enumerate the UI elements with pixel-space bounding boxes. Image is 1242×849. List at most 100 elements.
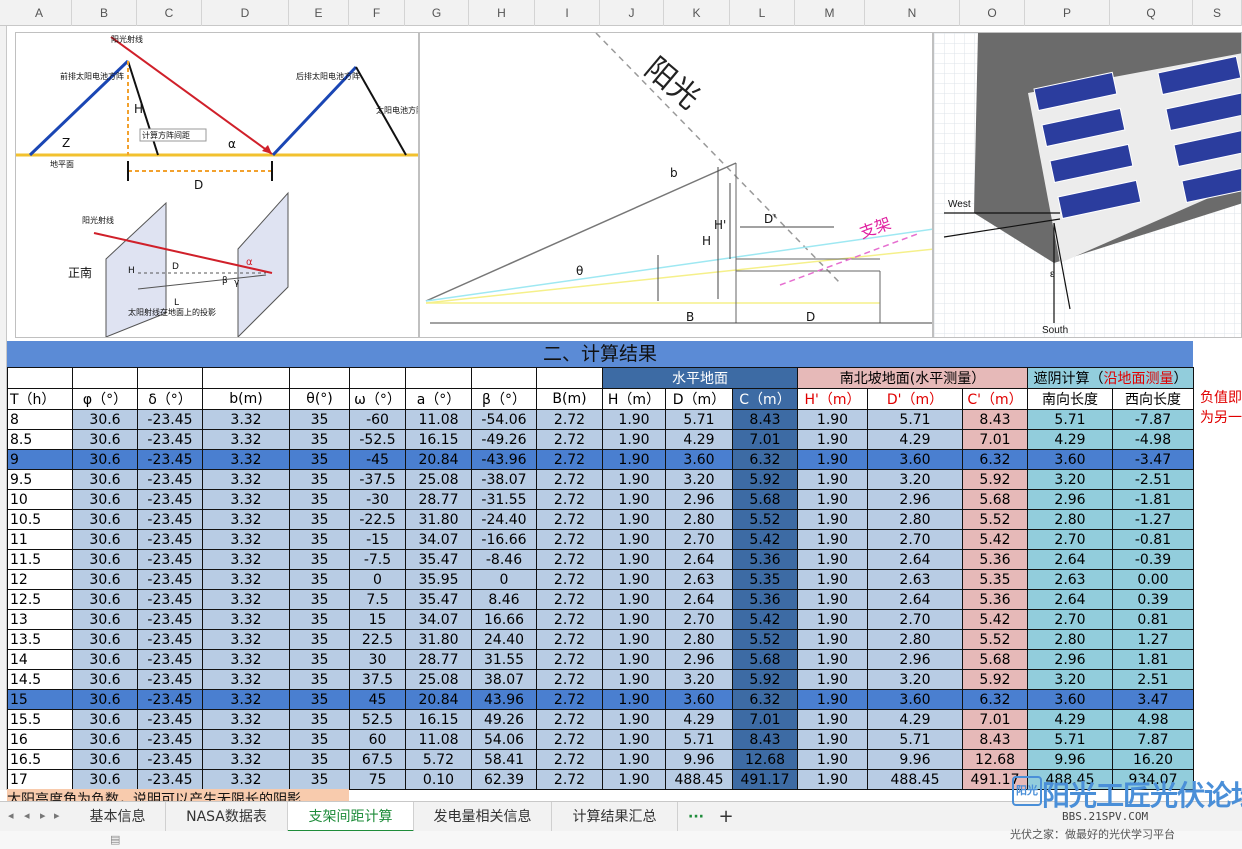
table-cell[interactable]: 62.39 xyxy=(471,769,537,790)
table-cell[interactable]: 5.42 xyxy=(962,609,1028,630)
table-cell[interactable]: 4.98 xyxy=(1112,709,1194,730)
table-cell[interactable]: 3.60 xyxy=(867,449,963,470)
table-cell[interactable]: -23.45 xyxy=(137,709,203,730)
table-cell[interactable]: 2.63 xyxy=(665,569,733,590)
group-slope-ground[interactable]: 南北坡地面(水平测量） xyxy=(797,367,1028,389)
table-cell[interactable]: 60 xyxy=(349,729,406,750)
table-cell[interactable]: 2.80 xyxy=(665,629,733,650)
table-cell[interactable]: 5.42 xyxy=(732,529,798,550)
table-cell[interactable]: 5.35 xyxy=(962,569,1028,590)
column-header-cell[interactable]: H（m） xyxy=(602,388,666,410)
table-cell[interactable]: 7.01 xyxy=(732,709,798,730)
table-cell[interactable]: 3.60 xyxy=(1027,689,1113,710)
table-cell[interactable]: 2.63 xyxy=(867,569,963,590)
column-header-g[interactable]: G xyxy=(405,0,469,26)
table-cell[interactable]: 5.42 xyxy=(732,609,798,630)
table-cell[interactable]: 3.32 xyxy=(202,429,290,450)
tab-generation-info[interactable]: 发电量相关信息 xyxy=(414,802,552,832)
table-cell[interactable]: 28.77 xyxy=(405,649,472,670)
table-cell[interactable]: -23.45 xyxy=(137,669,203,690)
table-cell[interactable]: 1.90 xyxy=(797,749,868,770)
table-cell[interactable]: 2.72 xyxy=(536,589,603,610)
table-cell[interactable]: 12.68 xyxy=(732,749,798,770)
group-cell-empty[interactable] xyxy=(536,367,603,389)
table-cell[interactable]: 2.64 xyxy=(665,589,733,610)
column-header-j[interactable]: J xyxy=(600,0,664,26)
column-header-m[interactable]: M xyxy=(795,0,865,26)
table-cell[interactable]: 30.6 xyxy=(72,649,138,670)
group-cell-empty[interactable] xyxy=(471,367,537,389)
column-header-o[interactable]: O xyxy=(960,0,1025,26)
table-cell[interactable]: 1.90 xyxy=(797,649,868,670)
table-cell[interactable]: 4.29 xyxy=(665,709,733,730)
table-cell[interactable]: 2.72 xyxy=(536,689,603,710)
column-header-l[interactable]: L xyxy=(730,0,795,26)
table-cell[interactable]: 75 xyxy=(349,769,406,790)
table-cell[interactable]: 1.90 xyxy=(797,489,868,510)
table-cell[interactable]: 3.32 xyxy=(202,489,290,510)
table-cell[interactable]: 9 xyxy=(7,449,73,470)
table-cell[interactable]: 488.45 xyxy=(665,769,733,790)
table-cell[interactable]: -23.45 xyxy=(137,469,203,490)
table-cell[interactable]: 3.20 xyxy=(867,669,963,690)
table-cell[interactable]: 14 xyxy=(7,649,73,670)
table-cell[interactable]: 2.80 xyxy=(665,509,733,530)
table-cell[interactable]: 3.20 xyxy=(1027,469,1113,490)
table-cell[interactable]: 1.90 xyxy=(602,629,666,650)
table-cell[interactable]: 11.08 xyxy=(405,409,472,430)
group-cell-empty[interactable] xyxy=(202,367,290,389)
table-cell[interactable]: -23.45 xyxy=(137,769,203,790)
table-cell[interactable]: 1.90 xyxy=(602,769,666,790)
column-header-h[interactable]: H xyxy=(469,0,535,26)
table-cell[interactable]: 1.90 xyxy=(797,669,868,690)
table-cell[interactable]: 5.92 xyxy=(732,469,798,490)
table-cell[interactable]: 3.32 xyxy=(202,729,290,750)
table-cell[interactable]: 30.6 xyxy=(72,569,138,590)
table-cell[interactable]: 7.5 xyxy=(349,589,406,610)
table-cell[interactable]: 0.00 xyxy=(1112,569,1194,590)
column-header-q[interactable]: Q xyxy=(1110,0,1193,26)
table-cell[interactable]: 35 xyxy=(289,429,350,450)
table-cell[interactable]: 54.06 xyxy=(471,729,537,750)
table-cell[interactable]: 28.77 xyxy=(405,489,472,510)
table-cell[interactable]: 3.32 xyxy=(202,529,290,550)
column-header-cell[interactable]: B(m) xyxy=(536,388,603,410)
table-cell[interactable]: 3.32 xyxy=(202,469,290,490)
table-cell[interactable]: 9.96 xyxy=(867,749,963,770)
group-flat-ground[interactable]: 水平地面 xyxy=(602,367,798,389)
table-cell[interactable]: 35 xyxy=(289,709,350,730)
table-cell[interactable]: 3.32 xyxy=(202,749,290,770)
column-header-e[interactable]: E xyxy=(289,0,349,26)
table-cell[interactable]: 1.90 xyxy=(602,749,666,770)
table-cell[interactable]: 5.71 xyxy=(665,409,733,430)
table-cell[interactable]: 30.6 xyxy=(72,669,138,690)
table-cell[interactable]: -31.55 xyxy=(471,489,537,510)
table-cell[interactable]: 25.08 xyxy=(405,469,472,490)
table-cell[interactable]: 30.6 xyxy=(72,509,138,530)
table-cell[interactable]: 1.90 xyxy=(602,509,666,530)
prev-sheet-icon[interactable]: ◂ xyxy=(24,809,30,822)
table-cell[interactable]: 35 xyxy=(289,689,350,710)
table-cell[interactable]: 22.5 xyxy=(349,629,406,650)
table-cell[interactable]: 7.01 xyxy=(732,429,798,450)
table-cell[interactable]: 2.72 xyxy=(536,529,603,550)
table-cell[interactable]: 2.80 xyxy=(867,509,963,530)
table-cell[interactable]: 2.70 xyxy=(867,609,963,630)
table-cell[interactable]: 2.70 xyxy=(1027,609,1113,630)
table-cell[interactable]: 13.5 xyxy=(7,629,73,650)
table-cell[interactable]: 4.29 xyxy=(867,709,963,730)
column-header-cell[interactable]: 西向长度 xyxy=(1112,388,1194,410)
table-cell[interactable]: 35 xyxy=(289,609,350,630)
table-cell[interactable]: 2.96 xyxy=(1027,489,1113,510)
table-cell[interactable]: 0 xyxy=(471,569,537,590)
table-cell[interactable]: 0.10 xyxy=(405,769,472,790)
table-cell[interactable]: 2.70 xyxy=(665,609,733,630)
table-cell[interactable]: 10 xyxy=(7,489,73,510)
table-cell[interactable]: 3.32 xyxy=(202,509,290,530)
table-cell[interactable]: 1.81 xyxy=(1112,649,1194,670)
table-cell[interactable]: 3.32 xyxy=(202,409,290,430)
column-header-cell[interactable]: D（m） xyxy=(665,388,733,410)
table-cell[interactable]: 30.6 xyxy=(72,749,138,770)
table-cell[interactable]: 16.66 xyxy=(471,609,537,630)
table-cell[interactable]: 1.90 xyxy=(602,409,666,430)
